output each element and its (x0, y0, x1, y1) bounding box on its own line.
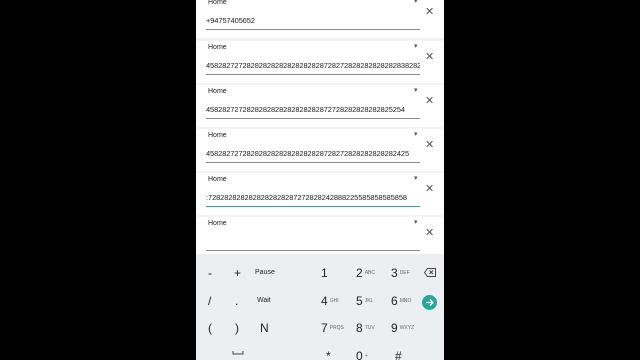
dropdown-caret-icon[interactable]: ▾ (414, 130, 418, 138)
key-star[interactable]: * (326, 350, 331, 360)
phone-type-select[interactable]: Home (208, 88, 227, 95)
dropdown-caret-icon[interactable]: ▾ (414, 218, 418, 226)
phone-type-select[interactable]: Home (208, 44, 227, 51)
space-bar-icon[interactable] (232, 351, 244, 356)
dropdown-caret-icon[interactable]: ▾ (414, 86, 418, 94)
key-8[interactable]: 8 TUV (356, 322, 375, 334)
key-left-paren[interactable]: ( (208, 322, 212, 334)
key-wait[interactable]: Wait (257, 297, 271, 304)
arrow-right-icon (426, 299, 434, 306)
key-9[interactable]: 9 WXYZ (391, 322, 414, 334)
phone-type-select[interactable]: Home (208, 132, 227, 139)
phone-number-field[interactable]: 4582827272828282828282828282872827282828… (206, 61, 420, 70)
key-1[interactable]: 1 (321, 267, 328, 279)
phone-type-select[interactable]: Home (208, 176, 227, 183)
phone-number-list: Home ▾ +94757405652 ✕ Home ▾ 45828272728… (196, 0, 444, 254)
close-icon[interactable]: ✕ (425, 228, 434, 239)
field-underline-focused (206, 206, 420, 207)
phone-entry: Home ▾ 458282727282828282828282828287272… (196, 85, 444, 127)
key-plus[interactable]: + (234, 267, 241, 279)
key-2[interactable]: 2 ABC (356, 267, 375, 279)
key-minus[interactable]: - (208, 267, 212, 279)
key-n[interactable]: N (260, 322, 269, 334)
close-icon[interactable]: ✕ (425, 184, 434, 195)
arrow-right-circle-icon[interactable] (422, 295, 437, 310)
phone-entry: Home ▾ :72828282828282828282872728282428… (196, 173, 444, 215)
key-right-paren[interactable]: ) (235, 322, 239, 334)
key-pause[interactable]: Pause (255, 269, 275, 276)
key-6[interactable]: 6 MNO (391, 295, 411, 307)
phone-number-field[interactable]: :728282828282828282828727282824288822558… (206, 193, 420, 202)
key-3[interactable]: 3 DEF (391, 267, 410, 279)
key-hash[interactable]: # (395, 350, 402, 360)
phone-number-field[interactable]: 4582827272828282828282828282872827282828… (206, 149, 420, 158)
phone-entry: Home ▾ +94757405652 ✕ (196, 0, 444, 38)
phone-type-select[interactable]: Home (208, 0, 227, 6)
close-icon[interactable]: ✕ (425, 7, 434, 18)
phone-number-field[interactable]: 4582827272828282828282828282872728282828… (206, 105, 420, 114)
backspace-icon[interactable] (424, 268, 436, 277)
key-4[interactable]: 4 GHI (321, 295, 339, 307)
key-slash[interactable]: / (208, 295, 211, 307)
key-7[interactable]: 7 PRQS (321, 322, 344, 334)
phone-screen: Home ▾ +94757405652 ✕ Home ▾ 45828272728… (196, 0, 444, 360)
key-5[interactable]: 5 JKL (356, 295, 373, 307)
phone-entry: Home ▾ ✕ (196, 217, 444, 254)
field-underline (206, 29, 420, 30)
dropdown-caret-icon[interactable]: ▾ (414, 42, 418, 50)
close-icon[interactable]: ✕ (425, 96, 434, 107)
field-underline (206, 118, 420, 119)
phone-number-field[interactable]: +94757405652 (206, 16, 420, 25)
dropdown-caret-icon[interactable]: ▾ (414, 0, 418, 5)
close-icon[interactable]: ✕ (425, 52, 434, 63)
field-underline (206, 162, 420, 163)
close-icon[interactable]: ✕ (425, 140, 434, 151)
phone-type-select[interactable]: Home (208, 220, 227, 227)
phone-entry: Home ▾ 458282727282828282828282828287282… (196, 41, 444, 83)
key-0[interactable]: 0 + (356, 350, 368, 360)
field-underline (206, 74, 420, 75)
dropdown-caret-icon[interactable]: ▾ (414, 174, 418, 182)
dialpad-keyboard: - + Pause 1 2 ABC 3 DEF / . Wait 4 GHI 5 JKL… (196, 254, 444, 360)
phone-entry: Home ▾ 458282727282828282828282828287282… (196, 129, 444, 171)
key-dot[interactable]: . (235, 295, 238, 307)
field-underline (206, 250, 420, 251)
